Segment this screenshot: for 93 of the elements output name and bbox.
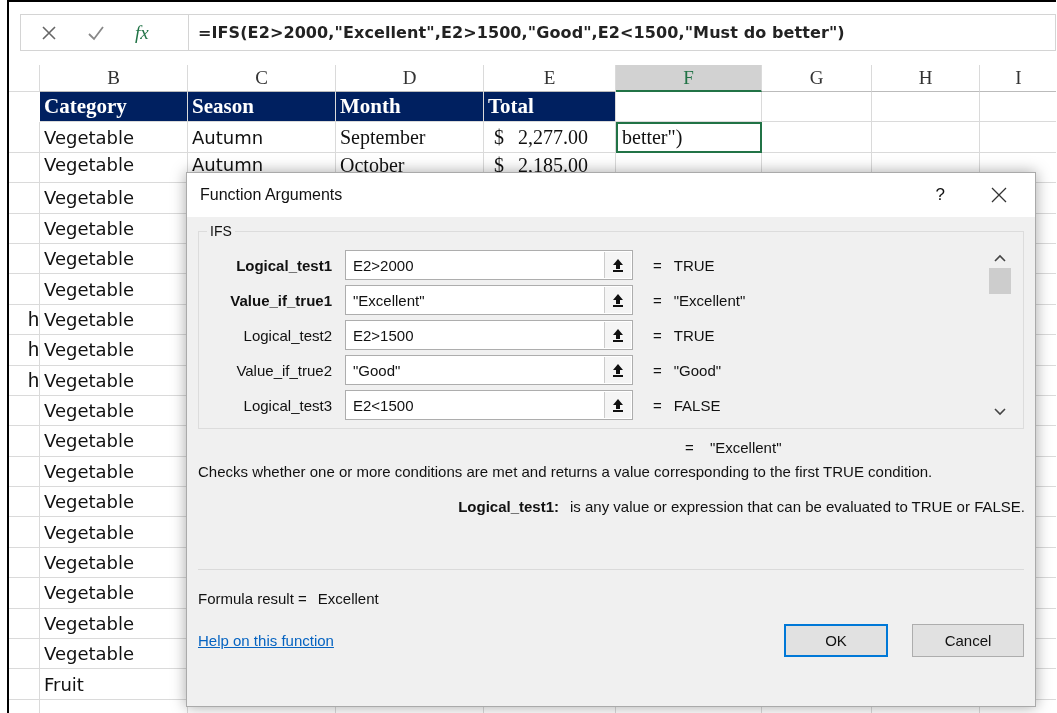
argument-label: Logical_test1	[235, 256, 333, 274]
column-header[interactable]: I	[980, 65, 1056, 92]
table-cell[interactable]	[9, 578, 40, 609]
table-cell[interactable]: better")	[616, 122, 762, 153]
argument-result: "Good"	[673, 361, 722, 379]
up-arrow-icon	[612, 293, 624, 307]
argument-result: FALSE	[673, 396, 721, 414]
table-cell[interactable]	[9, 517, 40, 548]
table-cell[interactable]	[9, 639, 40, 670]
table-cell[interactable]: September	[336, 122, 484, 153]
argument-description: is any value or expression that can be evaluated to TRUE or FALSE.	[570, 498, 1025, 515]
equals-sign: =	[685, 439, 694, 456]
argument-label: Value_if_true1	[229, 291, 333, 309]
dialog-button[interactable]: Cancel	[912, 624, 1024, 657]
table-cell[interactable]	[9, 426, 40, 457]
table-cell[interactable]	[9, 608, 40, 640]
formula-field[interactable]: =IFS(E2>2000,"Excellent",E2>1500,"Good",E2<1500,"Must do better")	[189, 14, 1056, 51]
table-cell[interactable]	[9, 152, 40, 184]
scroll-up-icon[interactable]	[994, 254, 1006, 262]
argument-label: Value_if_true2	[235, 361, 333, 379]
check-icon[interactable]	[87, 24, 105, 41]
header-cell[interactable]: Total	[484, 92, 616, 123]
table-cell[interactable]: Vegetable	[40, 122, 188, 153]
up-arrow-icon	[612, 328, 624, 342]
currency-symbol: $	[494, 125, 504, 149]
argument-label: Logical_test2	[242, 326, 333, 344]
formula-result-value: Excellent	[317, 590, 379, 607]
table-cell[interactable]	[9, 243, 40, 275]
equals-sign: =	[653, 361, 662, 379]
table-cell[interactable]	[9, 395, 40, 427]
table-cell[interactable]	[9, 487, 40, 518]
function-description: Checks whether one or more conditions are met and returns a value corresponding to the first TRUE condition.	[197, 462, 934, 482]
argument-field[interactable]: E2<1500	[345, 390, 633, 420]
equals-sign: =	[653, 326, 662, 344]
argument-name: Logical_test1:	[458, 498, 559, 515]
table-cell[interactable]	[872, 92, 980, 123]
column-header[interactable]: G	[762, 65, 872, 92]
range-button[interactable]	[604, 252, 631, 278]
help-button[interactable]: ?	[935, 185, 945, 205]
range-button[interactable]	[604, 392, 631, 418]
currency-symbol: $	[494, 153, 504, 177]
formula-result-label: Formula result =	[198, 590, 307, 607]
table-cell[interactable]: h	[9, 335, 40, 366]
table-cell[interactable]	[9, 669, 40, 700]
scroll-down-icon[interactable]	[994, 408, 1006, 416]
up-arrow-icon	[612, 398, 624, 412]
argument-field[interactable]: "Excellent"	[345, 285, 633, 315]
header-cell[interactable]: Season	[188, 92, 336, 123]
range-button[interactable]	[604, 322, 631, 348]
argument-result: TRUE	[673, 256, 715, 274]
dialog-title: Function Arguments	[200, 186, 344, 204]
table-cell[interactable]	[9, 547, 40, 579]
up-arrow-icon	[612, 363, 624, 377]
function-result: "Excellent"	[709, 439, 782, 456]
table-cell[interactable]	[616, 92, 762, 123]
column-header[interactable]	[9, 65, 40, 92]
table-cell[interactable]	[9, 122, 40, 153]
table-cell[interactable]	[9, 274, 40, 305]
header-cell[interactable]: Month	[336, 92, 484, 123]
scrollbar-thumb[interactable]	[989, 268, 1011, 294]
column-header[interactable]: H	[872, 65, 980, 92]
table-cell[interactable]	[762, 92, 872, 123]
argument-field[interactable]: "Good"	[345, 355, 633, 385]
table-cell[interactable]: $ 2,277.00	[484, 122, 616, 153]
table-cell[interactable]: h	[9, 365, 40, 396]
equals-sign: =	[653, 256, 662, 274]
column-header[interactable]: F	[616, 65, 762, 92]
close-icon[interactable]	[991, 187, 1007, 203]
argument-field[interactable]: E2>1500	[345, 320, 633, 350]
argument-field[interactable]: E2>2000	[345, 250, 633, 280]
header-cell[interactable]: Category	[40, 92, 188, 123]
table-cell[interactable]: h	[9, 304, 40, 336]
table-cell[interactable]	[872, 122, 980, 153]
table-cell[interactable]	[9, 456, 40, 488]
argument-result: TRUE	[673, 326, 715, 344]
argument-result: "Excellent"	[673, 291, 746, 309]
range-button[interactable]	[604, 287, 631, 313]
table-cell[interactable]	[9, 213, 40, 244]
amount-text: 2,277.00	[518, 125, 588, 149]
insert-function-button[interactable]: fx	[135, 21, 149, 44]
cancel-icon[interactable]	[41, 24, 57, 41]
equals-sign: =	[653, 291, 662, 309]
argument-label: Logical_test3	[242, 396, 333, 414]
table-cell[interactable]	[762, 122, 872, 153]
table-cell[interactable]: Autumn	[188, 122, 336, 153]
range-button[interactable]	[604, 357, 631, 383]
help-link[interactable]: Help on this function	[198, 632, 334, 649]
up-arrow-icon	[612, 258, 624, 272]
equals-sign: =	[653, 396, 662, 414]
table-cell[interactable]	[9, 183, 40, 214]
function-name: IFS	[207, 223, 235, 239]
amount-text: 2,185.00	[518, 153, 588, 177]
dialog-button[interactable]: OK	[784, 624, 888, 657]
